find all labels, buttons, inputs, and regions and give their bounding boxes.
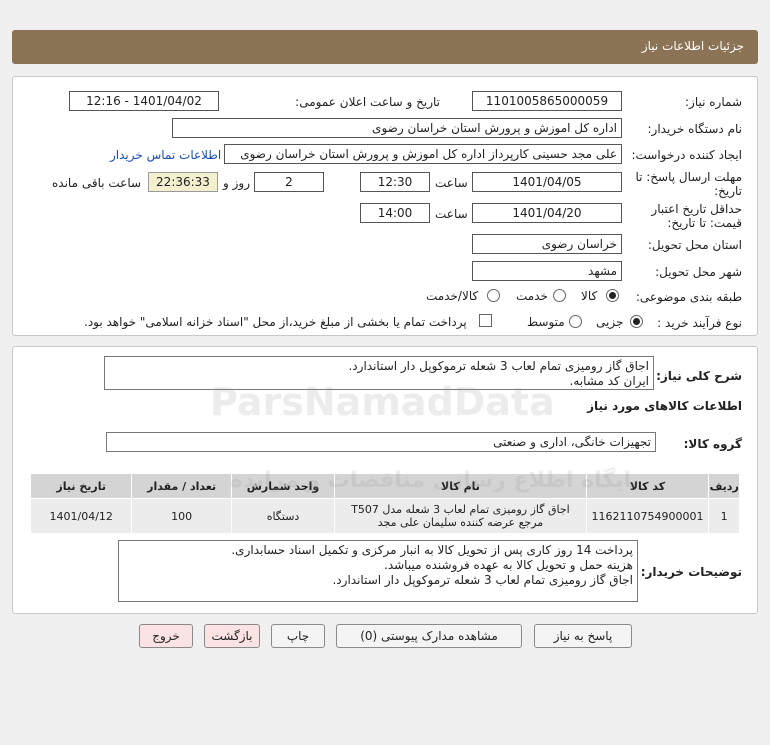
page-title: جزئیات اطلاعات نیاز [641, 39, 744, 53]
validity-time-field[interactable]: 14:00 [360, 203, 430, 223]
row-name: اجاق گاز رومیزی تمام لعاب 3 شعله مدل T50… [334, 498, 587, 534]
need-number-field[interactable]: 1101005865000059 [472, 91, 622, 111]
watermark-brand: ParsNamadData [210, 380, 555, 424]
back-button[interactable]: بازگشت [204, 624, 260, 648]
category-radio-goods[interactable] [606, 289, 619, 302]
watermark-tagline: پایگاه اطلاع رسانی مناقصات و مزایده [230, 468, 640, 493]
deadline-label: مهلت ارسال پاسخ: تا [635, 170, 742, 184]
goods-group-field: تجهیزات خانگی، اداری و صنعتی [106, 432, 656, 452]
announce-field[interactable]: 1401/04/02 - 12:16 [69, 91, 219, 111]
buyer-notes-label: توضیحات خریدار: [640, 565, 742, 579]
treasury-payment-note: پرداخت تمام یا بخشی از مبلغ خرید،از محل … [84, 315, 467, 329]
attachments-button[interactable]: مشاهده مدارک پیوستی (0) [336, 624, 522, 648]
exit-button[interactable]: خروج [139, 624, 193, 648]
remaining-time-field: 22:36:33 [148, 172, 218, 192]
buyer-org-label: نام دستگاه خریدار: [647, 122, 743, 136]
col-qty: تعداد / مقدار [131, 473, 232, 499]
deadline-time-label: ساعت [435, 176, 468, 190]
validity-time-label: ساعت [435, 207, 468, 221]
process-radio-minor[interactable] [630, 315, 643, 328]
buyer-notes-text: پرداخت 14 روز کاری پس از تحویل کالا به ا… [118, 540, 638, 602]
category-label: طبقه بندی موضوعی: [635, 290, 742, 304]
deadline-date-field[interactable]: 1401/04/05 [472, 172, 622, 192]
province-label: استان محل تحویل: [647, 238, 742, 252]
row-qty: 100 [131, 498, 232, 534]
page-header: جزئیات اطلاعات نیاز [12, 30, 758, 64]
reply-button[interactable]: پاسخ به نیاز [534, 624, 632, 648]
category-option-service: خدمت [516, 289, 548, 303]
validity-label-2: قیمت: تا تاریخ: [667, 216, 742, 230]
category-radio-both[interactable] [487, 289, 500, 302]
need-number-label: شماره نیاز: [685, 95, 742, 109]
process-label: نوع فرآیند خرید : [657, 316, 742, 330]
days-label: روز و [223, 176, 250, 190]
city-field[interactable]: مشهد [472, 261, 622, 281]
creator-field[interactable]: علی مجد حسینی کارپرداز اداره کل اموزش و … [224, 144, 622, 164]
row-date: 1401/04/12 [29, 498, 133, 534]
goods-section-title: اطلاعات کالاهای مورد نیاز [587, 399, 742, 413]
process-option-minor: جزیی [596, 315, 624, 329]
row-index: 1 [708, 498, 740, 534]
buyer-contact-link[interactable]: اطلاعات تماس خریدار [110, 148, 221, 162]
province-field[interactable]: خراسان رضوی [472, 234, 622, 254]
announce-label: تاریخ و ساعت اعلان عمومی: [295, 95, 440, 109]
validity-label: حداقل تاریخ اعتبار [651, 202, 742, 216]
deadline-label-2: تاریخ: [714, 184, 742, 198]
table-row[interactable]: 1 1162110754900001 اجاق گاز رومیزی تمام … [29, 498, 740, 534]
col-date: تاریخ نیاز [29, 473, 133, 499]
row-unit: دستگاه [230, 498, 336, 534]
treasury-payment-checkbox[interactable] [479, 314, 492, 327]
category-radio-service[interactable] [553, 289, 566, 302]
buyer-org-field[interactable]: اداره کل اموزش و پرورش استان خراسان رضوی [172, 118, 622, 138]
creator-label: ایجاد کننده درخواست: [631, 148, 742, 162]
goods-group-label: گروه کالا: [683, 437, 742, 451]
deadline-time-field[interactable]: 12:30 [360, 172, 430, 192]
process-radio-medium[interactable] [569, 315, 582, 328]
remaining-label: ساعت باقی مانده [52, 176, 142, 190]
validity-date-field[interactable]: 1401/04/20 [472, 203, 622, 223]
days-field[interactable]: 2 [254, 172, 324, 192]
row-code: 1162110754900001 [585, 498, 710, 534]
city-label: شهر محل تحویل: [655, 265, 742, 279]
summary-label: شرح کلی نیاز: [656, 369, 742, 383]
print-button[interactable]: چاپ [271, 624, 325, 648]
category-option-both: کالا/خدمت [426, 289, 479, 303]
col-index: ردیف [708, 473, 740, 499]
process-option-medium: متوسط [527, 315, 565, 329]
category-option-goods: کالا [581, 289, 598, 303]
